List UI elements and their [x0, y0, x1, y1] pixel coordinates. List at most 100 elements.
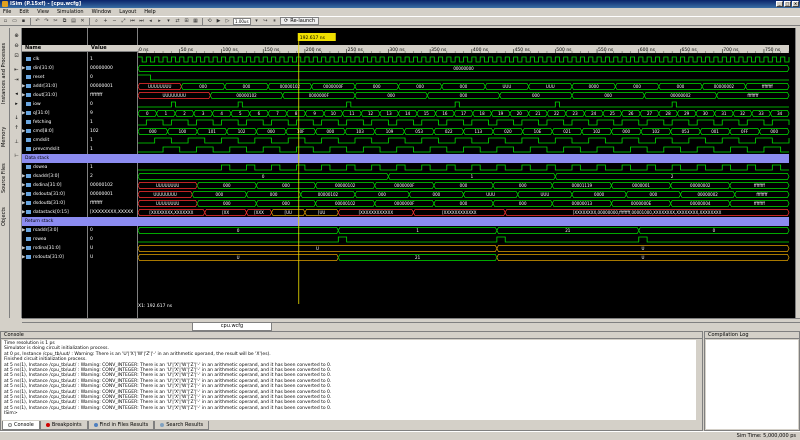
undo-icon[interactable]: ↶ — [34, 18, 41, 25]
new-file-icon[interactable]: ▫ — [2, 18, 9, 25]
snap-to-transition-icon[interactable]: ⊥ — [13, 138, 20, 145]
tab-console[interactable]: Console — [2, 421, 40, 430]
add-marker-icon[interactable]: ↓ — [13, 114, 20, 121]
redo-icon[interactable]: ↷ — [43, 18, 50, 25]
signal-name[interactable]: ▶ rsdouta[31:0] — [22, 253, 88, 262]
signal-name[interactable]: ▶ dsdoutb[31:0] — [22, 199, 88, 208]
signal-name[interactable]: ▶ dout[31:0] — [22, 91, 88, 100]
bus-value-label: 18 — [480, 111, 486, 116]
go-to-start-icon[interactable]: ⇤ — [13, 66, 20, 73]
menu-layout[interactable]: Layout — [118, 9, 137, 15]
signal-name[interactable]: rswea — [22, 235, 88, 244]
minimize-button[interactable]: _ — [776, 1, 783, 7]
menu-edit[interactable]: Edit — [18, 9, 30, 15]
cut-icon[interactable]: ✂ — [52, 18, 59, 25]
bus-value-label: 000 — [770, 129, 778, 134]
bus-value-label: 000 — [519, 201, 527, 206]
signal-name[interactable]: ▶ addr[31:0] — [22, 82, 88, 91]
previous-transition-icon[interactable]: ◂ — [13, 90, 20, 97]
ruler-tick-label: 700 ns — [723, 47, 739, 53]
signal-name[interactable]: ▶ din[31:0] — [22, 64, 88, 73]
bus-value-label: 0FF — [741, 129, 749, 134]
bit-waveform — [138, 137, 790, 144]
bus-value-label: [UU — [318, 210, 325, 215]
name-column-header[interactable]: Name — [22, 45, 88, 52]
go-end-icon[interactable]: ⏭ — [138, 18, 145, 25]
divider-row[interactable]: Data stack — [22, 154, 88, 163]
next-transition-icon[interactable]: ▸ — [156, 18, 163, 25]
delete-icon[interactable]: ✕ — [79, 18, 86, 25]
bus-value-label: 000 — [216, 192, 224, 197]
save-icon[interactable]: ▪ — [20, 18, 27, 25]
menu-window[interactable]: Window — [91, 9, 113, 15]
run-for-icon[interactable]: ▷ — [224, 18, 231, 25]
zoom-out-icon[interactable]: − — [111, 18, 118, 25]
signal-name[interactable]: prevcmdslit — [22, 145, 88, 154]
signal-name[interactable]: ▶ dsdouta[31:0] — [22, 190, 88, 199]
run-all-icon[interactable]: ▶ — [215, 18, 222, 25]
run-time-input[interactable]: 1.00us — [233, 17, 251, 25]
zoom-in-icon[interactable]: ⊕ — [13, 32, 20, 39]
maximize-button[interactable]: □ — [784, 1, 791, 7]
floating-ruler-icon[interactable]: ⊢ — [13, 152, 20, 159]
signal-name[interactable]: iow — [22, 100, 88, 109]
signal-name[interactable]: fetching — [22, 118, 88, 127]
tab-memory[interactable]: Memory — [1, 122, 9, 152]
tab-search-results[interactable]: Search Results — [154, 421, 210, 430]
compilation-log-output[interactable] — [706, 340, 798, 429]
add-marker-icon[interactable]: ▾ — [165, 18, 172, 25]
bus-value-label: [XXXXXXXXXXXX — [359, 210, 394, 215]
relaunch-button[interactable]: ⟳ Re-launch — [280, 17, 320, 25]
menu-view[interactable]: View — [36, 9, 50, 15]
zoom-out-icon[interactable]: ⊖ — [13, 42, 20, 49]
vertical-scrollbar[interactable] — [795, 28, 800, 318]
paste-icon[interactable]: ▤ — [70, 18, 77, 25]
bus-value-label: ffffffff — [754, 183, 765, 188]
swap-cursor-icon[interactable]: ⇄ — [174, 18, 181, 25]
menu-file[interactable]: File — [2, 9, 12, 15]
go-to-end-icon[interactable]: ⇥ — [13, 76, 20, 83]
tab-breakpoints[interactable]: Breakpoints — [39, 421, 88, 430]
signal-name[interactable]: ▶ dsaddr[3:0] — [22, 172, 88, 181]
menu-help[interactable]: Help — [143, 9, 156, 15]
zoom-in-icon[interactable]: + — [102, 18, 109, 25]
go-start-icon[interactable]: ⏮ — [129, 18, 136, 25]
zoom-fit-icon[interactable]: ⤢ — [120, 18, 127, 25]
tab-cpu-wcfg[interactable]: cpu.wcfg — [192, 323, 272, 331]
tab-source-files[interactable]: Source Files — [1, 158, 9, 198]
prev-transition-icon[interactable]: ◂ — [147, 18, 154, 25]
console-output[interactable]: Time resolution is 1 ps Simulator is doin… — [2, 340, 696, 420]
signal-name[interactable]: ▶ rsaddr[3:0] — [22, 226, 88, 235]
find-icon[interactable]: ⌕ — [93, 18, 100, 25]
signal-name[interactable]: clk — [22, 55, 88, 64]
tab-instances-and-processes[interactable]: Instances and Processes — [1, 34, 9, 112]
signal-name[interactable]: ▶ rsdina[31:0] — [22, 244, 88, 253]
waveform-canvas[interactable]: 0 ns 50 ns 100 ns 150 ns 200 ns 250 ns 300 ns 3… — [138, 28, 795, 304]
restart-icon[interactable]: ⟲ — [206, 18, 213, 25]
signal-name-label: clk — [33, 57, 40, 62]
close-button[interactable]: × — [792, 1, 799, 7]
tab-objects[interactable]: Objects — [1, 204, 9, 230]
signal-name[interactable]: ▶ q[31:0] — [22, 109, 88, 118]
run-time-dropdown-icon[interactable]: ▾ — [253, 18, 260, 25]
previous-marker-icon[interactable]: ↑ — [13, 124, 20, 131]
signal-name[interactable]: ▶ datastack[0:15] — [22, 208, 88, 217]
divider-row[interactable]: Return stack — [22, 217, 88, 226]
step-icon[interactable]: ↪ — [262, 18, 269, 25]
next-transition-icon[interactable]: ▸ — [13, 100, 20, 107]
open-folder-icon[interactable]: ▭ — [11, 18, 18, 25]
tab-find-in-files[interactable]: Find in Files Results — [87, 421, 155, 430]
menu-simulation[interactable]: Simulation — [56, 9, 85, 15]
bus-signal-icon — [26, 254, 31, 259]
break-icon[interactable]: ⏸ — [271, 18, 278, 25]
value-column-header[interactable]: Value — [88, 45, 138, 52]
snap-icon[interactable]: ⊞ — [183, 18, 190, 25]
signal-name[interactable]: ▶ dsdina[31:0] — [22, 181, 88, 190]
layout-icon[interactable]: ▦ — [192, 18, 199, 25]
signal-name[interactable]: cmdslit — [22, 136, 88, 145]
signal-name[interactable]: ▶ cmd[8:0] — [22, 127, 88, 136]
zoom-full-icon[interactable]: ⊡ — [13, 52, 20, 59]
signal-name[interactable]: reset — [22, 73, 88, 82]
signal-name[interactable]: dswea — [22, 163, 88, 172]
copy-icon[interactable]: ⧉ — [61, 18, 68, 25]
